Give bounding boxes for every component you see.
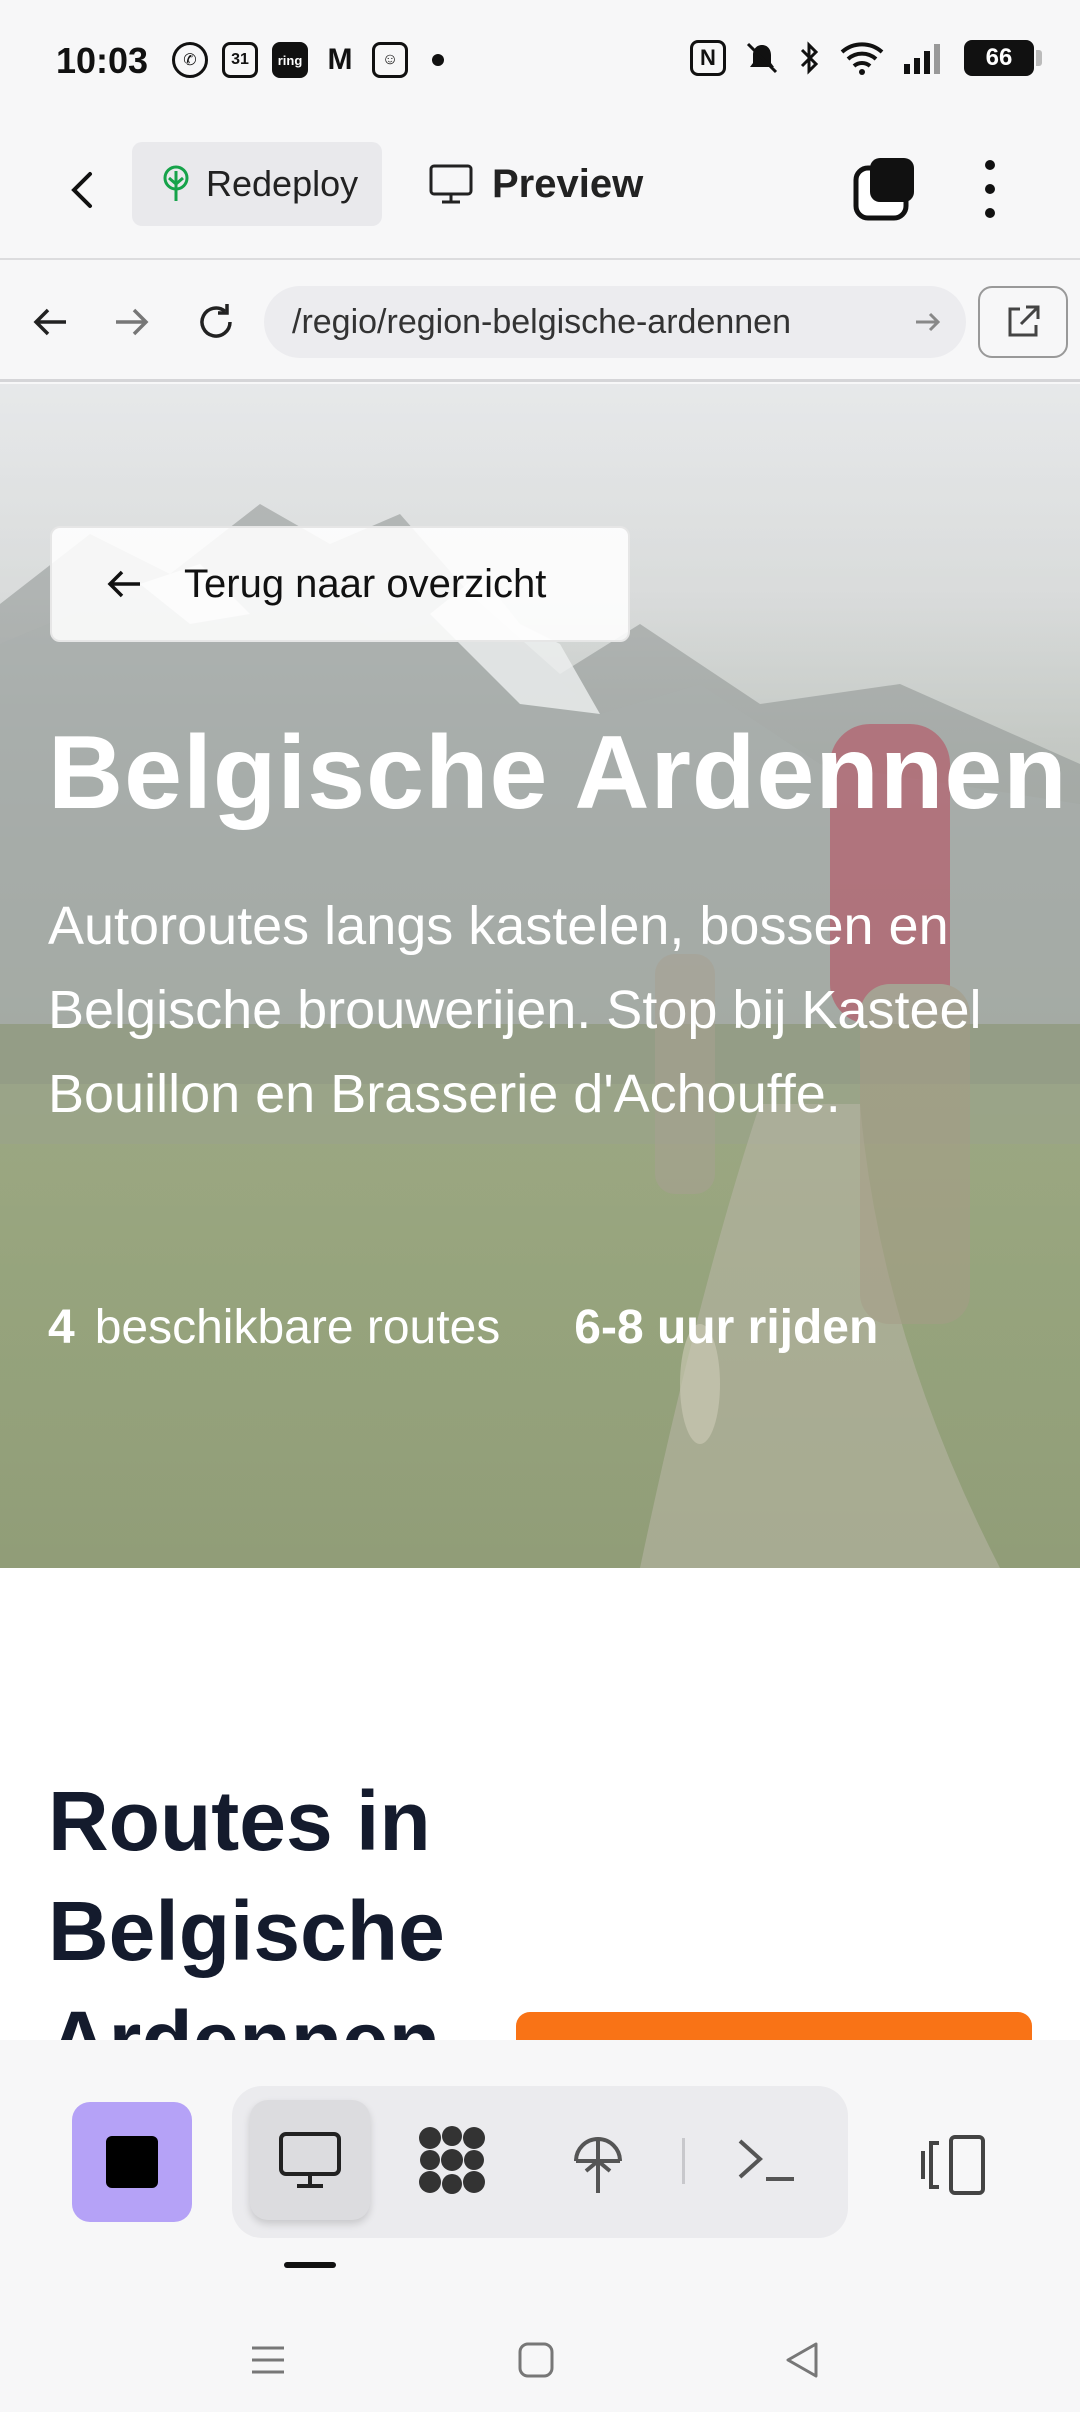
assistant-icon: ☺ bbox=[372, 42, 408, 78]
nfc-icon: N bbox=[690, 40, 726, 76]
device-toggle-icon bbox=[921, 2135, 985, 2195]
notification-icons: ✆ 31 ring M ☺ bbox=[172, 42, 444, 78]
arrow-right-icon bbox=[116, 308, 149, 336]
more-notifications-dot bbox=[432, 54, 444, 66]
calendar-icon: 31 bbox=[222, 42, 258, 78]
nav-back-icon[interactable] bbox=[780, 2338, 824, 2382]
browser-url-bar: /regio/region-belgische-ardennen bbox=[0, 262, 1080, 382]
monitor-icon bbox=[429, 164, 473, 204]
terminal-tab[interactable] bbox=[706, 2100, 826, 2220]
terminal-icon bbox=[738, 2139, 794, 2181]
hero-section: Terug naar overzicht Belgische Ardennen … bbox=[0, 384, 1080, 1568]
url-text: /regio/region-belgische-ardennen bbox=[292, 302, 791, 341]
orange-action-button[interactable] bbox=[516, 2012, 1032, 2040]
reload-button[interactable] bbox=[186, 292, 246, 352]
browser-forward-button[interactable] bbox=[102, 292, 162, 352]
bluetooth-icon bbox=[800, 41, 819, 75]
back-to-overview-button[interactable]: Terug naar overzicht bbox=[50, 526, 630, 642]
more-menu-button[interactable] bbox=[960, 154, 1020, 224]
url-input[interactable]: /regio/region-belgische-ardennen bbox=[264, 286, 966, 358]
routes-section-title: Routes in Belgische Ardennen bbox=[48, 1774, 445, 2040]
browser-back-button[interactable] bbox=[20, 292, 80, 352]
deploy-icon bbox=[574, 2137, 622, 2193]
mute-icon bbox=[746, 42, 778, 74]
bottom-toolbar bbox=[0, 2040, 1080, 2302]
deploy-tree-icon bbox=[163, 165, 189, 201]
hero-stats: 4 beschikbare routes 6-8 uur rijden bbox=[48, 1300, 878, 1355]
status-bar: 10:03 ✆ 31 ring M ☺ N 66 bbox=[0, 0, 1080, 120]
page-title: Belgische Ardennen bbox=[48, 715, 1068, 831]
stop-icon bbox=[106, 2136, 158, 2188]
tabs-button[interactable] bbox=[850, 154, 920, 224]
redeploy-button[interactable]: Redeploy bbox=[132, 142, 382, 226]
go-arrow-icon[interactable] bbox=[910, 304, 946, 340]
route-count-label: beschikbare routes bbox=[94, 1301, 501, 1354]
system-nav-bar bbox=[0, 2302, 1080, 2412]
hero-description: Autoroutes langs kastelen, bossen en Bel… bbox=[48, 896, 982, 1124]
more-dot-icon bbox=[985, 208, 995, 218]
page-viewport[interactable]: Terug naar overzicht Belgische Ardennen … bbox=[0, 384, 1080, 2040]
system-icons: N 66 bbox=[690, 40, 1042, 76]
drive-duration: 6-8 uur rijden bbox=[574, 1301, 879, 1354]
apps-icon bbox=[419, 2126, 485, 2194]
redeploy-label: Redeploy bbox=[206, 163, 359, 204]
app-bar: Redeploy Preview bbox=[0, 120, 1080, 260]
preview-button[interactable]: Preview bbox=[428, 142, 643, 226]
deploy-tab[interactable] bbox=[538, 2100, 658, 2220]
arrow-left-icon bbox=[107, 570, 140, 598]
arrow-left-icon bbox=[33, 308, 66, 336]
chevron-left-icon bbox=[71, 172, 92, 208]
open-external-button[interactable] bbox=[978, 286, 1068, 358]
back-to-overview-label: Terug naar overzicht bbox=[184, 561, 547, 606]
active-tab-indicator bbox=[284, 2262, 336, 2268]
gmail-icon: M bbox=[327, 43, 353, 76]
preview-icon bbox=[279, 2132, 341, 2188]
whatsapp-icon: ✆ bbox=[172, 42, 208, 78]
apps-tab[interactable] bbox=[392, 2100, 512, 2220]
signal-icon bbox=[904, 44, 940, 74]
device-toggle-button[interactable] bbox=[896, 2110, 1006, 2220]
stop-button[interactable] bbox=[72, 2102, 192, 2222]
battery-icon: 66 bbox=[964, 40, 1042, 76]
wifi-icon bbox=[840, 42, 884, 75]
preview-label: Preview bbox=[492, 161, 644, 206]
more-dot-icon bbox=[985, 184, 995, 194]
more-dot-icon bbox=[985, 160, 995, 170]
back-button[interactable] bbox=[52, 158, 116, 222]
view-switcher bbox=[232, 2086, 848, 2238]
route-count: 4 bbox=[48, 1301, 75, 1354]
toolbar-separator bbox=[682, 2138, 685, 2184]
reload-icon bbox=[200, 304, 232, 338]
ring-icon: ring bbox=[272, 42, 308, 78]
home-icon[interactable] bbox=[514, 2338, 558, 2382]
preview-tab[interactable] bbox=[250, 2100, 370, 2220]
external-link-icon bbox=[1008, 305, 1040, 337]
recent-apps-icon[interactable] bbox=[246, 2338, 290, 2382]
tabs-icon bbox=[853, 158, 914, 221]
status-time: 10:03 bbox=[56, 40, 149, 81]
